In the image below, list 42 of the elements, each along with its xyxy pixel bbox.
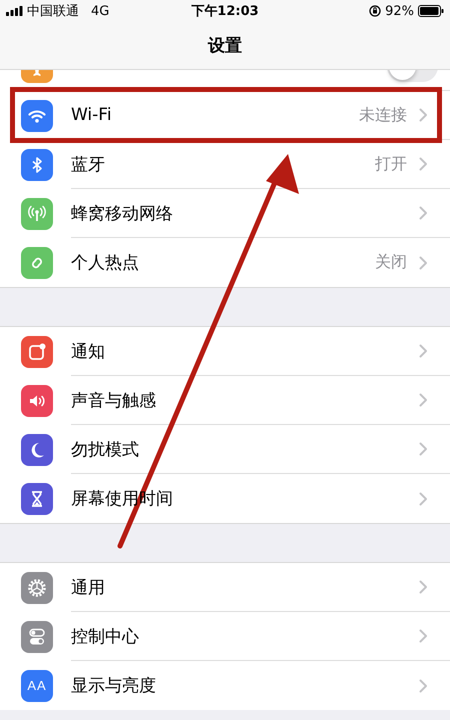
letters-icon: AA [21,670,53,702]
settings-row[interactable]: 勿扰模式 [0,425,450,474]
row-label: 声音与触感 [71,390,157,412]
chevron-icon [419,206,428,220]
chevron-icon [419,108,428,122]
carrier-name: 中国联通 [27,3,79,20]
row-value: 未连接 [359,104,407,126]
chevron-icon [419,393,428,407]
settings-row[interactable]: 通用 [0,563,450,612]
row-label: 勿扰模式 [71,438,140,460]
row-value: 关闭 [375,252,407,273]
signal-icon [6,6,23,16]
status-time: 下午12:03 [191,3,259,20]
orientation-lock-icon [369,5,382,17]
row-label: 控制中心 [71,626,140,648]
row-label: 蜂窝移动网络 [71,202,174,224]
row-label: 蓝牙 [71,154,106,176]
row-label: Wi-Fi [71,105,113,125]
settings-row[interactable]: 声音与触感 [0,376,450,425]
row-value: 打开 [375,154,407,174]
network-type: 4G [91,4,110,18]
chevron-icon [419,629,428,643]
row-label: 个人热点 [71,252,140,274]
chevron-icon [419,580,428,594]
settings-row[interactable]: AA 显示与亮度 [0,661,450,710]
battery-icon [418,5,444,17]
chevron-icon [419,492,428,506]
chevron-icon [419,442,428,456]
chevron-icon [419,256,428,270]
page-title: 设置 [206,35,243,57]
settings-row[interactable]: 蜂窝移动网络 [0,189,450,238]
chevron-icon [419,157,428,171]
chevron-icon [419,678,428,692]
chevron-icon [419,344,428,358]
settings-row[interactable]: 通知 [0,327,450,376]
settings-row[interactable]: 控制中心 [0,612,450,661]
row-label: 通用 [71,576,106,598]
settings-row[interactable]: Wi-Fi 未连接 [0,91,450,140]
settings-row[interactable]: 个人热点 关闭 [0,238,450,287]
battery-percent: 92% [385,4,414,18]
row-label: 显示与亮度 [71,675,157,697]
row-label: 通知 [71,340,106,362]
